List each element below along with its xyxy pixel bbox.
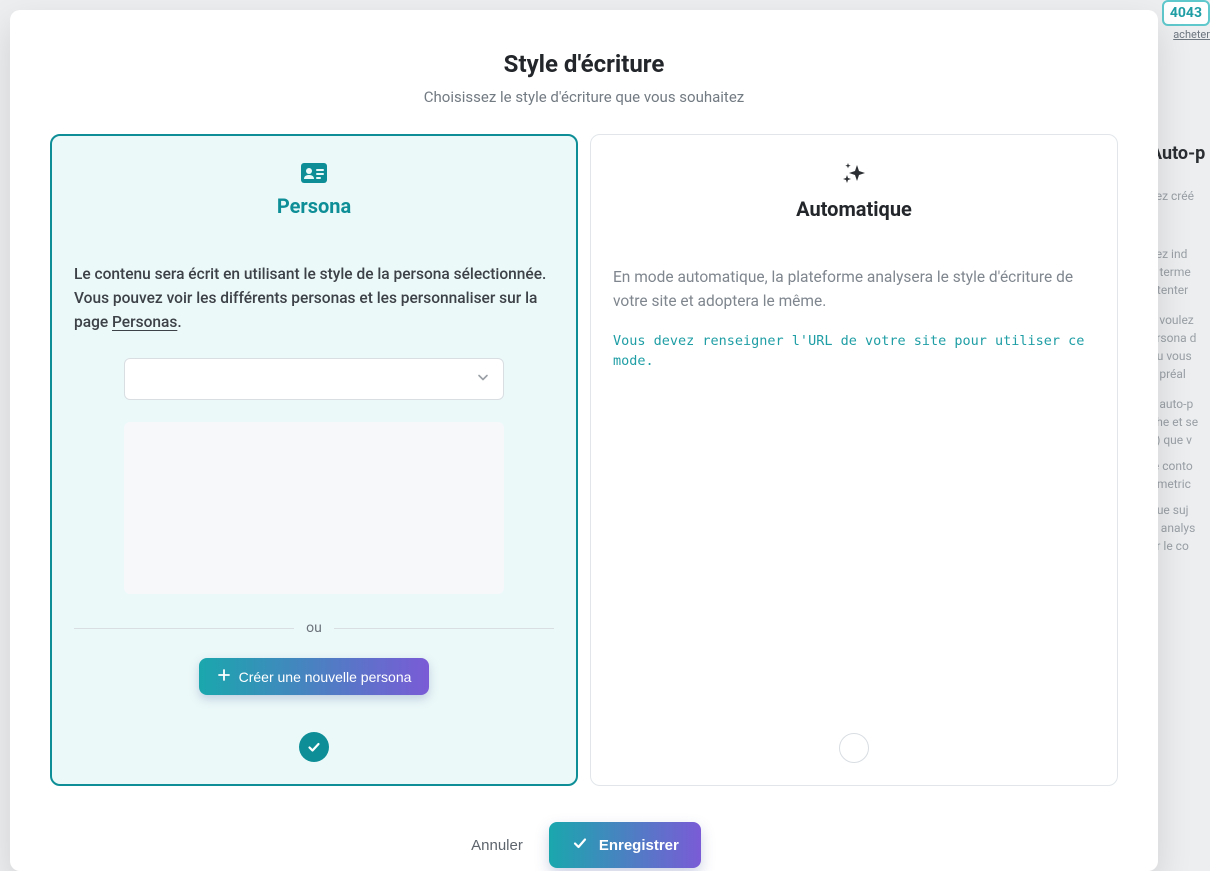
bg-text: à terme (1150, 263, 1210, 281)
persona-select[interactable] (124, 358, 504, 400)
persona-select-wrap (124, 358, 504, 400)
automatic-card-title: Automatique (796, 197, 912, 221)
personas-link[interactable]: Personas (112, 313, 177, 331)
bg-text: bu vous (1150, 347, 1210, 365)
bg-text: ometric (1150, 475, 1210, 493)
option-cards: Persona Le contenu sera écrit en utilisa… (50, 134, 1118, 786)
persona-card-header: Persona (74, 162, 554, 218)
bg-text: que suj (1150, 501, 1210, 519)
bg-text: e voulez (1150, 311, 1210, 329)
automatic-card[interactable]: Automatique En mode automatique, la plat… (590, 134, 1118, 786)
persona-card-title: Persona (277, 194, 351, 218)
background-panel: 4043 acheter Auto-p vez créé vez ind à t… (1150, 0, 1210, 871)
bg-text: e auto-p (1150, 395, 1210, 413)
modal-title: Style d'écriture (50, 50, 1118, 78)
modal-footer: Annuler Enregistrer (50, 822, 1118, 868)
id-card-icon (300, 162, 328, 184)
cancel-button[interactable]: Annuler (467, 827, 527, 864)
check-icon (571, 834, 589, 856)
create-persona-label: Créer une nouvelle persona (239, 669, 412, 685)
modal-subtitle: Choisissez le style d'écriture que vous … (50, 88, 1118, 106)
save-button[interactable]: Enregistrer (549, 822, 701, 868)
automatic-unselected-indicator (839, 733, 869, 763)
divider-text: ou (306, 620, 322, 636)
plus-icon (217, 668, 231, 685)
automatic-warning: Vous devez renseigner l'URL de votre sit… (613, 331, 1095, 372)
sparkles-icon (839, 161, 869, 187)
bg-text: t tenter (1150, 281, 1210, 299)
divider-line (74, 628, 294, 629)
persona-preview (124, 422, 504, 594)
automatic-card-header: Automatique (613, 161, 1095, 221)
persona-desc-line1: Le contenu sera écrit en utilisant le st… (74, 265, 546, 283)
bg-text: vez créé (1150, 187, 1210, 205)
credits-badge: 4043 (1162, 0, 1210, 26)
bg-heading: Auto-p (1150, 145, 1210, 163)
buy-link[interactable]: acheter (1173, 26, 1210, 44)
bg-text: ersona d (1150, 329, 1210, 347)
automatic-description: En mode automatique, la plateforme analy… (613, 265, 1095, 313)
radio-off-icon (839, 733, 869, 763)
bg-text: A analys (1150, 519, 1210, 537)
writing-style-modal: Style d'écriture Choisissez le style d'é… (10, 10, 1158, 871)
create-persona-button[interactable]: Créer une nouvelle persona (199, 658, 430, 695)
bg-text: che et se (1150, 413, 1210, 431)
persona-selected-indicator (299, 732, 329, 762)
persona-card[interactable]: Persona Le contenu sera écrit en utilisa… (50, 134, 578, 786)
bg-text: vez ind (1150, 245, 1210, 263)
check-circle-icon (299, 732, 329, 762)
bg-text: le conto (1150, 457, 1210, 475)
bg-text: er le co (1150, 537, 1210, 555)
save-label: Enregistrer (599, 837, 679, 854)
persona-description: Le contenu sera écrit en utilisant le st… (74, 262, 554, 334)
bg-text: é préal (1150, 365, 1210, 383)
divider-line (334, 628, 554, 629)
persona-desc-line2b: . (177, 313, 181, 331)
or-divider: ou (74, 620, 554, 636)
bg-text: s) que v (1150, 431, 1210, 449)
